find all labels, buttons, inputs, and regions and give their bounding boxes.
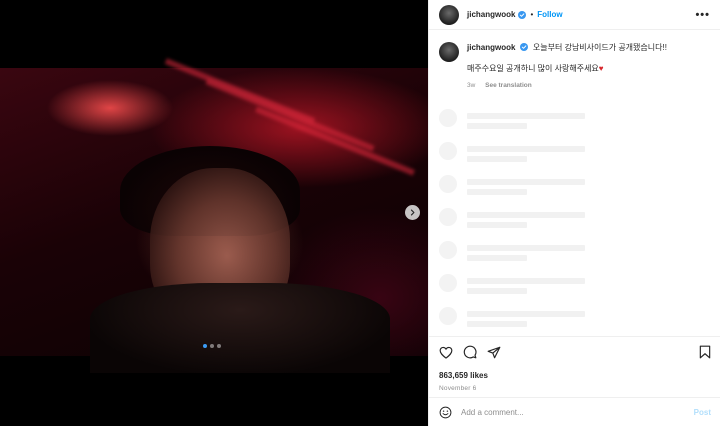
save-bookmark-icon[interactable] (699, 345, 711, 359)
post-actions: 863,659 likes November 6 (429, 336, 720, 392)
more-options-button[interactable]: ••• (695, 9, 710, 21)
avatar[interactable] (439, 4, 459, 25)
post-sidebar: jichangwook • Follow ••• jichangwook 오늘부… (428, 0, 720, 426)
avatar[interactable] (439, 42, 459, 62)
slide-dot-active (203, 344, 207, 348)
comment-input[interactable] (461, 407, 661, 417)
post-date: November 6 (439, 385, 477, 392)
slide-dot (210, 344, 214, 348)
comment-skeleton (439, 241, 710, 274)
post-photo (0, 58, 428, 373)
share-send-icon[interactable] (487, 346, 501, 359)
caption-text-line1: 오늘부터 강남비사이드가 공개됐습니다!! (532, 43, 667, 52)
caption-username[interactable]: jichangwook (467, 43, 515, 52)
comment-skeleton (439, 109, 710, 142)
likes-count[interactable]: 863,659 likes (439, 371, 711, 380)
post-dialog: jichangwook • Follow ••• jichangwook 오늘부… (0, 0, 720, 426)
next-slide-button[interactable] (405, 205, 420, 220)
comments-loading (429, 109, 720, 340)
like-heart-icon[interactable] (439, 346, 453, 359)
comment-skeleton (439, 274, 710, 307)
heart-emoji: ♥ (598, 64, 604, 73)
chevron-right-icon (410, 209, 415, 216)
comment-bubble-icon[interactable] (463, 345, 477, 359)
comment-skeleton (439, 208, 710, 241)
see-translation-link[interactable]: See translation (485, 82, 532, 89)
post-media (0, 0, 428, 426)
comment-skeleton (439, 142, 710, 175)
emoji-smiley-icon[interactable] (439, 406, 452, 419)
post-comment-button[interactable]: Post (694, 408, 711, 417)
separator: • (530, 10, 534, 19)
add-comment-bar: Post (429, 397, 720, 426)
post-time: 3w (467, 82, 476, 89)
slide-dot (217, 344, 221, 348)
verified-badge-icon (518, 10, 527, 19)
follow-button[interactable]: Follow (537, 10, 562, 19)
post-caption: jichangwook 오늘부터 강남비사이드가 공개됐습니다!! 매주수요일 … (429, 30, 720, 91)
post-header: jichangwook • Follow ••• (429, 0, 720, 30)
verified-badge-icon (519, 43, 528, 51)
caption-text-line2: 매주수요일 공개하니 많이 사랑해주세요 (467, 64, 599, 73)
comment-skeleton (439, 175, 710, 208)
slide-indicator (203, 344, 221, 348)
username-link[interactable]: jichangwook (467, 10, 515, 19)
